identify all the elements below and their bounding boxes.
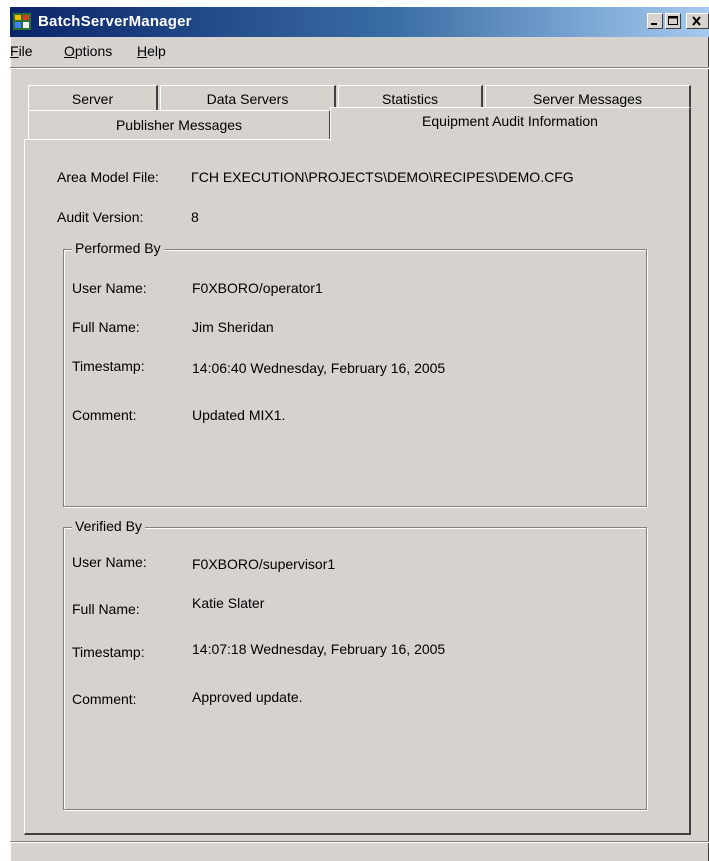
verified-fullname-label: Full Name: [72,601,140,617]
main-window: BatchServerManager File Options Help Ser… [10,7,709,861]
menu-separator [10,67,709,69]
performed-comment-label: Comment: [72,407,137,423]
bottom-separator [10,841,709,843]
close-button[interactable] [686,13,709,29]
title-bar[interactable]: BatchServerManager [10,7,709,37]
performed-timestamp-value: 14:06:40 Wednesday, February 16, 2005 [192,360,446,376]
menu-file[interactable]: File [10,43,33,59]
verified-user-label: User Name: [72,554,147,570]
minimize-button[interactable] [647,13,663,29]
verified-comment-label: Comment: [72,691,137,707]
performed-by-legend: Performed By [72,240,164,256]
performed-comment-value: Updated MIX1. [192,407,286,423]
audit-version-label: Audit Version: [57,209,144,225]
audit-version-value: 8 [191,209,199,225]
window-title: BatchServerManager [38,13,192,30]
tab-equipment-audit-information[interactable]: Equipment Audit Information [330,107,691,141]
tab-panel-equipment-audit: Area Model File: ΓCH EXECUTION\PROJECTS\… [24,139,691,835]
verified-user-value: F0XBORO/supervisor1 [192,556,336,572]
performed-user-value: F0XBORO/operator1 [192,280,323,296]
area-model-label: Area Model File: [57,169,159,185]
tab-publisher-messages[interactable]: Publisher Messages [28,110,330,140]
performed-timestamp-label: Timestamp: [72,358,145,374]
maximize-icon [668,16,678,25]
verified-fullname-value: Katie Slater [192,595,265,611]
performed-fullname-value: Jim Sheridan [192,319,274,335]
verified-by-legend: Verified By [72,518,145,534]
close-icon [692,16,701,26]
verified-timestamp-label: Timestamp: [72,644,145,660]
verified-comment-value: Approved update. [192,689,303,705]
performed-user-label: User Name: [72,280,147,296]
menu-options[interactable]: Options [64,43,112,59]
verified-timestamp-value: 14:07:18 Wednesday, February 16, 2005 [192,641,446,657]
verified-by-group: Verified By User Name: F0XBORO/superviso… [63,518,647,810]
minimize-icon [651,23,657,25]
menu-bar: File Options Help [10,40,709,62]
app-icon [13,13,31,30]
performed-fullname-label: Full Name: [72,319,140,335]
menu-help[interactable]: Help [137,43,166,59]
tab-server[interactable]: Server [28,85,158,111]
performed-by-group: Performed By User Name: F0XBORO/operator… [63,240,647,507]
maximize-button[interactable] [665,13,681,29]
tab-data-servers[interactable]: Data Servers [160,85,336,111]
area-model-value: ΓCH EXECUTION\PROJECTS\DEMO\RECIPES\DEMO… [191,169,574,185]
